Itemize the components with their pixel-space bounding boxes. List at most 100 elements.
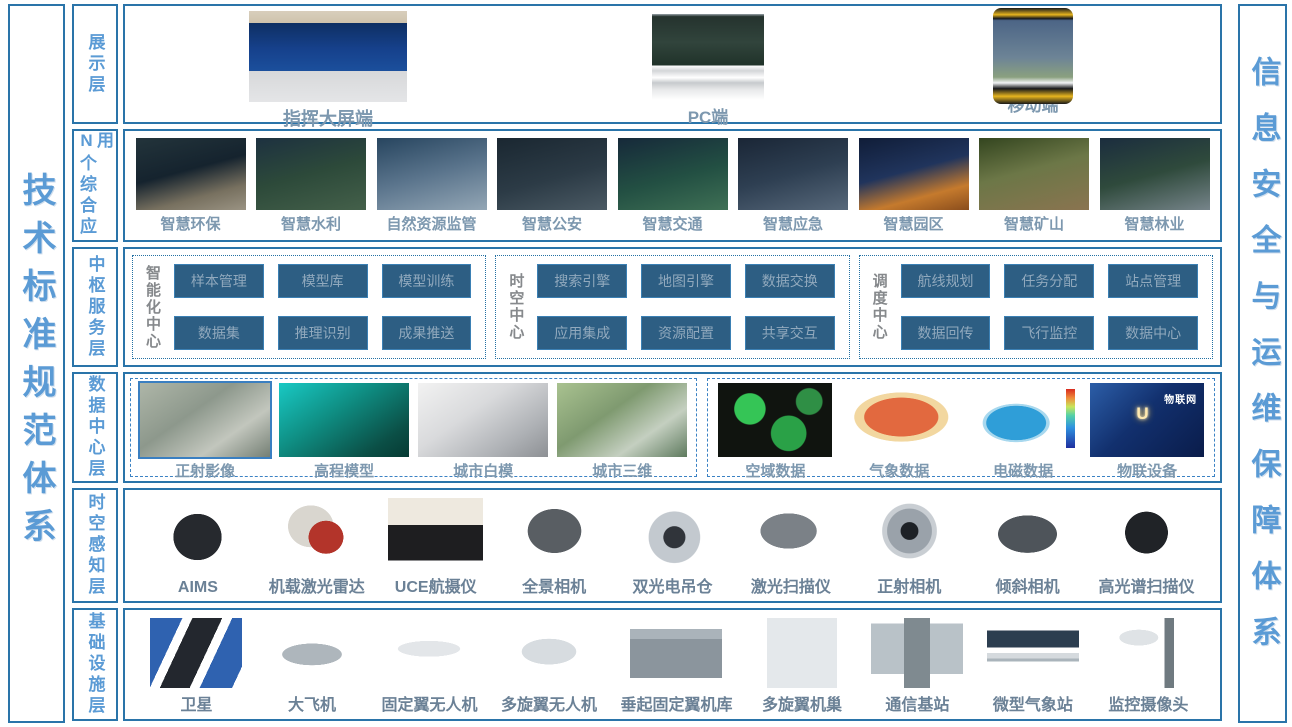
figure-caption: 空域数据: [745, 460, 805, 481]
chip-map-engine[interactable]: 地图引擎: [641, 264, 731, 298]
chip-flight-monitoring[interactable]: 飞行监控: [1004, 316, 1094, 350]
layer-content-data-center: 正射影像 高程模型 城市白模 城市三维: [123, 372, 1222, 483]
smart-environment-image: [136, 138, 246, 210]
figure-caption: AIMS: [178, 579, 218, 597]
mobile-terminal-image: [993, 8, 1073, 104]
chip-dataset[interactable]: 数据集: [174, 316, 264, 350]
figure-caption: 智慧园区: [883, 213, 943, 234]
figure-ortho-camera: 正射相机: [862, 492, 957, 597]
figure-caption: 微型气象站: [993, 691, 1073, 715]
figure-satellite: 卫星: [150, 618, 242, 715]
figure-smart-water: 智慧水利: [256, 138, 366, 234]
chip-inference-recognition[interactable]: 推理识别: [278, 316, 368, 350]
figure-caption: 卫星: [180, 691, 212, 715]
figure-caption: UCE航摄仪: [395, 573, 477, 597]
city-white-model-image: [418, 383, 548, 457]
figure-caption: 城市白模: [453, 460, 513, 481]
figure-weather-data: 气象数据: [842, 383, 956, 481]
figure-caption: 正射相机: [877, 573, 941, 597]
chip-app-integration[interactable]: 应用集成: [537, 316, 627, 350]
figure-smart-police: 智慧公安: [497, 138, 607, 234]
figure-caption: 正射影像: [175, 460, 235, 481]
figure-oblique-camera: 倾斜相机: [980, 492, 1075, 597]
command-big-screen-image: [249, 11, 407, 102]
iot-devices-image: 物联网 U: [1090, 383, 1204, 457]
figure-airspace-data: 空域数据: [718, 383, 832, 481]
chip-sharing-interaction[interactable]: 共享交互: [745, 316, 835, 350]
figure-smart-forestry: 智慧林业: [1100, 138, 1210, 234]
figure-caption: 智慧矿山: [1004, 213, 1064, 234]
group-ai-center: 智能化中心 样本管理 模型库 模型训练 数据集 推理识别 成果推送: [132, 255, 486, 359]
layer-label-text: N个综合应用: [78, 131, 112, 240]
figure-multirotor-nest: 多旋翼机巢: [756, 618, 848, 715]
figure-caption: 激光扫描仪: [751, 573, 831, 597]
figure-surveillance-camera: 监控摄像头: [1102, 618, 1194, 715]
chip-task-assignment[interactable]: 任务分配: [1004, 264, 1094, 298]
layer-content-hub-services: 智能化中心 样本管理 模型库 模型训练 数据集 推理识别 成果推送 时空中心 搜…: [123, 247, 1222, 367]
chip-model-training[interactable]: 模型训练: [382, 264, 472, 298]
figure-hyperspectral-scanner: 高光谱扫描仪: [1099, 492, 1195, 597]
layer-perception: 时空感知层 AIMS 机载激光雷达 UCE航摄仪 全景相机: [72, 488, 1222, 603]
figure-uce-aerial-camera: UCE航摄仪: [388, 492, 483, 597]
figure-large-aircraft: 大飞机: [266, 618, 358, 715]
figure-smart-environment: 智慧环保: [136, 138, 246, 234]
figure-caption: 机载激光雷达: [269, 573, 365, 597]
layer-display: 展示层 指挥大屏端 PC端 移动端: [72, 4, 1222, 124]
comm-base-station-image: [871, 618, 963, 688]
ortho-camera-image: [862, 492, 957, 570]
figure-comm-base-station: 通信基站: [871, 618, 963, 715]
panoramic-camera-image: [507, 492, 602, 570]
laser-scanner-image: [743, 492, 838, 570]
chip-station-management[interactable]: 站点管理: [1108, 264, 1198, 298]
figure-caption: PC端: [688, 103, 729, 128]
elevation-model-image: [279, 383, 409, 457]
ortho-image: [140, 383, 270, 457]
right-system-bar: 信息安全与运维保障体系: [1238, 4, 1287, 723]
weather-data-image: [842, 383, 956, 457]
figure-caption: 智慧林业: [1124, 213, 1184, 234]
surveillance-camera-image: [1102, 618, 1194, 688]
layer-applications: N个综合应用 智慧环保 智慧水利 自然资源监管 智慧公安: [72, 129, 1222, 242]
chip-search-engine[interactable]: 搜索引擎: [537, 264, 627, 298]
figure-caption: 大飞机: [288, 691, 336, 715]
oblique-camera-image: [980, 492, 1075, 570]
chip-data-exchange[interactable]: 数据交换: [745, 264, 835, 298]
figure-caption: 通信基站: [885, 691, 949, 715]
chip-data-center[interactable]: 数据中心: [1108, 316, 1198, 350]
figure-smart-mine: 智慧矿山: [979, 138, 1089, 234]
figure-natural-resources: 自然资源监管: [377, 138, 487, 234]
figure-caption: 物联设备: [1117, 460, 1177, 481]
figure-panoramic-camera: 全景相机: [507, 492, 602, 597]
figure-laser-scanner: 激光扫描仪: [743, 492, 838, 597]
chip-result-push[interactable]: 成果推送: [382, 316, 472, 350]
chip-sample-management[interactable]: 样本管理: [174, 264, 264, 298]
uce-aerial-camera-image: [388, 492, 483, 570]
figure-caption: 全景相机: [522, 573, 586, 597]
right-system-bar-title: 信息安全与运维保障体系: [1241, 56, 1285, 672]
figure-command-big-screen: 指挥大屏端: [249, 11, 407, 131]
chip-data-return[interactable]: 数据回传: [901, 316, 991, 350]
figure-caption: 高光谱扫描仪: [1099, 573, 1195, 597]
figure-smart-park: 智慧园区: [859, 138, 969, 234]
layer-content-display: 指挥大屏端 PC端 移动端: [123, 4, 1222, 124]
figure-caption: 智慧公安: [522, 213, 582, 234]
figure-city-3d: 城市三维: [557, 383, 687, 481]
chip-grid: 航线规划 任务分配 站点管理 数据回传 飞行监控 数据中心: [895, 260, 1204, 354]
figure-caption: 多旋翼机巢: [762, 691, 842, 715]
figure-caption: 垂起固定翼机库: [620, 691, 732, 715]
chip-resource-config[interactable]: 资源配置: [641, 316, 731, 350]
chip-route-planning[interactable]: 航线规划: [901, 264, 991, 298]
figure-caption: 智慧水利: [281, 213, 341, 234]
group-geo-data: 正射影像 高程模型 城市白模 城市三维: [130, 378, 697, 477]
smart-mine-image: [979, 138, 1089, 210]
chip-model-library[interactable]: 模型库: [278, 264, 368, 298]
figure-caption: 指挥大屏端: [283, 105, 373, 131]
layer-label-perception: 时空感知层: [72, 488, 118, 603]
layer-data-center: 数据中心层 正射影像 高程模型 城市白模: [72, 372, 1222, 483]
figure-caption: 高程模型: [314, 460, 374, 481]
figure-airborne-lidar: 机载激光雷达: [269, 492, 365, 597]
layer-label-display: 展示层: [72, 4, 118, 124]
figure-aims: AIMS: [150, 498, 245, 597]
left-system-bar: 技术标准规范体系: [8, 4, 65, 723]
chip-grid: 样本管理 模型库 模型训练 数据集 推理识别 成果推送: [168, 260, 477, 354]
